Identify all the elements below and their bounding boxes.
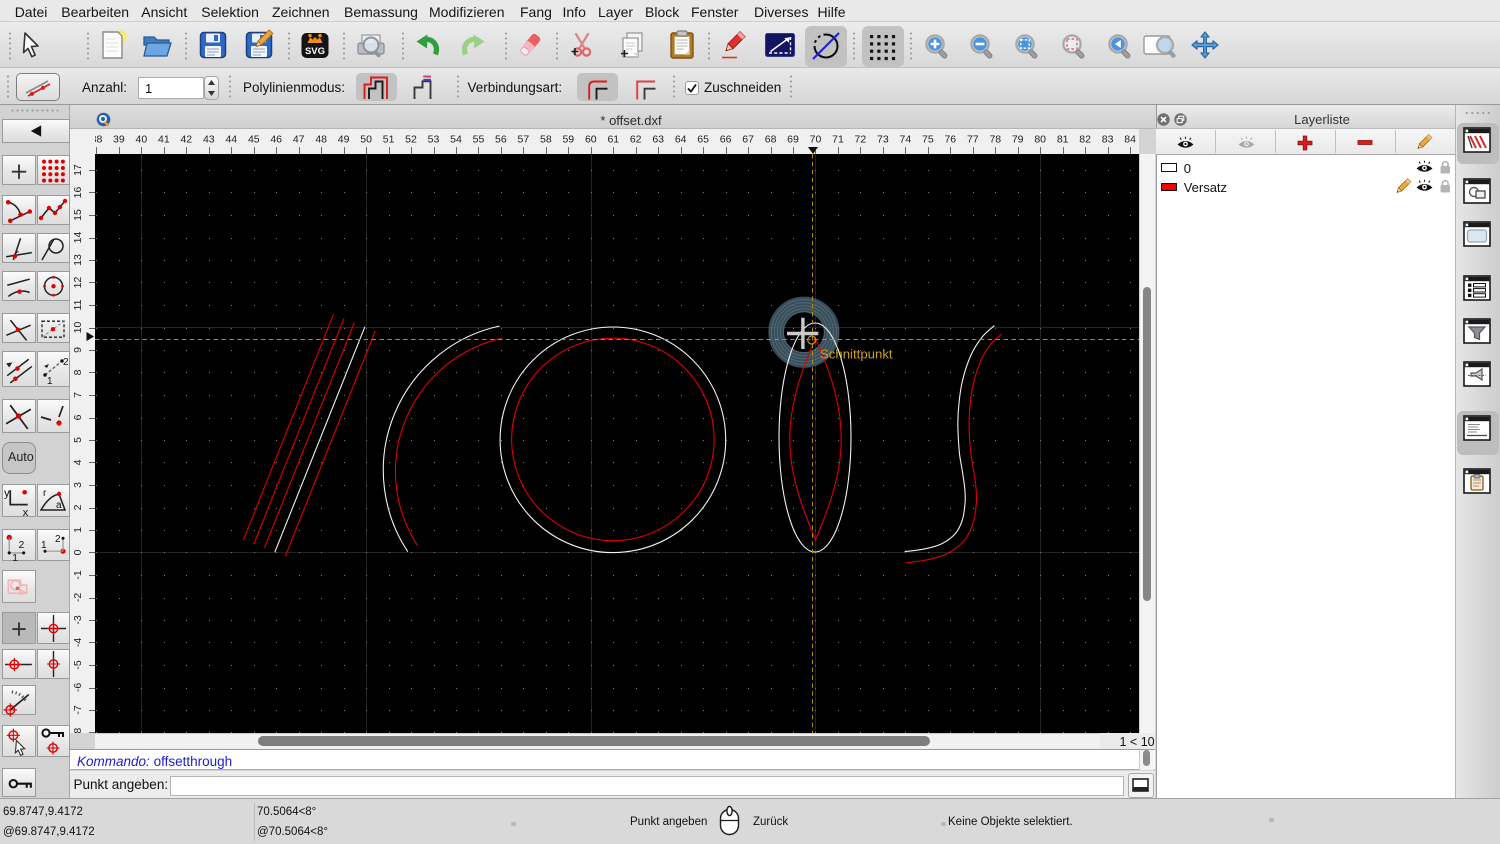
svg-text:-7: -7 — [72, 705, 84, 714]
svg-text:46: 46 — [270, 134, 282, 146]
svg-text:69: 69 — [787, 134, 799, 146]
svg-text:17: 17 — [72, 164, 84, 176]
svg-text:7: 7 — [72, 392, 84, 398]
svg-text:r: r — [43, 488, 47, 499]
svg-text:63: 63 — [652, 134, 664, 146]
svg-text:52: 52 — [405, 134, 417, 146]
svg-text:44: 44 — [225, 134, 237, 146]
svg-text:1: 1 — [41, 540, 47, 551]
svg-text:x: x — [22, 507, 28, 519]
svg-text:8: 8 — [72, 369, 84, 375]
svg-text:y: y — [4, 488, 10, 500]
svg-text:11: 11 — [72, 299, 84, 310]
svg-text:58: 58 — [540, 134, 552, 146]
svg-text:70: 70 — [810, 134, 822, 146]
svg-text:84: 84 — [1124, 134, 1136, 146]
svg-text:67: 67 — [742, 134, 754, 146]
svg-text:39: 39 — [113, 134, 125, 146]
svg-text:41: 41 — [158, 134, 170, 146]
svg-text:14: 14 — [72, 232, 84, 244]
svg-text:15: 15 — [72, 209, 84, 221]
svg-text:75: 75 — [922, 134, 934, 146]
svg-text:a: a — [56, 500, 62, 511]
svg-text:54: 54 — [450, 134, 462, 146]
svg-text:72: 72 — [855, 134, 867, 146]
svg-text:12: 12 — [72, 277, 84, 289]
svg-text:80: 80 — [1034, 134, 1046, 146]
svg-text:47: 47 — [293, 134, 305, 146]
svg-text:SVG: SVG — [305, 46, 325, 57]
svg-text:76: 76 — [944, 134, 956, 146]
svg-text:-6: -6 — [72, 683, 84, 692]
svg-text:5: 5 — [72, 437, 84, 443]
svg-text:62: 62 — [630, 134, 642, 146]
svg-text:53: 53 — [428, 134, 440, 146]
svg-text:1: 1 — [72, 527, 84, 533]
svg-text:56: 56 — [495, 134, 507, 146]
svg-text:Schnittpunkt: Schnittpunkt — [820, 347, 893, 362]
svg-text:-4: -4 — [72, 638, 84, 647]
svg-text:64: 64 — [675, 134, 687, 146]
svg-text:79: 79 — [1012, 134, 1024, 146]
svg-text:45: 45 — [248, 134, 260, 146]
svg-text:51: 51 — [383, 134, 395, 146]
svg-text:1: 1 — [12, 553, 18, 564]
svg-text:78: 78 — [989, 134, 1001, 146]
svg-text:4: 4 — [72, 459, 84, 465]
svg-text:13: 13 — [72, 254, 84, 266]
svg-text:1: 1 — [47, 376, 53, 387]
svg-text:48: 48 — [315, 134, 327, 146]
svg-text:40: 40 — [136, 134, 148, 146]
svg-text:2: 2 — [18, 540, 24, 551]
svg-text:83: 83 — [1102, 134, 1114, 146]
svg-text:-1: -1 — [72, 570, 84, 579]
svg-text:2: 2 — [55, 534, 61, 545]
svg-text:38: 38 — [95, 134, 102, 146]
svg-text:77: 77 — [967, 134, 979, 146]
svg-text:2: 2 — [63, 357, 69, 368]
svg-text:9: 9 — [72, 347, 84, 353]
svg-text:10: 10 — [72, 322, 84, 334]
svg-text:73: 73 — [877, 134, 889, 146]
svg-text:-8: -8 — [72, 728, 84, 733]
svg-text:66: 66 — [720, 134, 732, 146]
svg-text:42: 42 — [180, 134, 192, 146]
svg-text:49: 49 — [338, 134, 350, 146]
svg-text:-3: -3 — [72, 615, 84, 624]
svg-text:43: 43 — [203, 134, 215, 146]
svg-text:50: 50 — [360, 134, 372, 146]
svg-text:74: 74 — [900, 134, 912, 146]
svg-text:-5: -5 — [72, 660, 84, 669]
svg-text:71: 71 — [832, 134, 844, 146]
svg-text:6: 6 — [72, 414, 84, 420]
svg-text:81: 81 — [1057, 134, 1069, 146]
svg-text:65: 65 — [697, 134, 709, 146]
svg-text:57: 57 — [518, 134, 530, 146]
svg-text:3: 3 — [72, 482, 84, 488]
svg-text:-2: -2 — [72, 593, 84, 602]
svg-text:60: 60 — [585, 134, 597, 146]
svg-text:82: 82 — [1079, 134, 1091, 146]
svg-text:61: 61 — [607, 134, 619, 146]
svg-text:0: 0 — [72, 549, 84, 555]
svg-text:2: 2 — [72, 504, 84, 510]
svg-text:55: 55 — [473, 134, 485, 146]
svg-text:59: 59 — [562, 134, 574, 146]
svg-text:68: 68 — [765, 134, 777, 146]
svg-text:16: 16 — [72, 187, 84, 199]
